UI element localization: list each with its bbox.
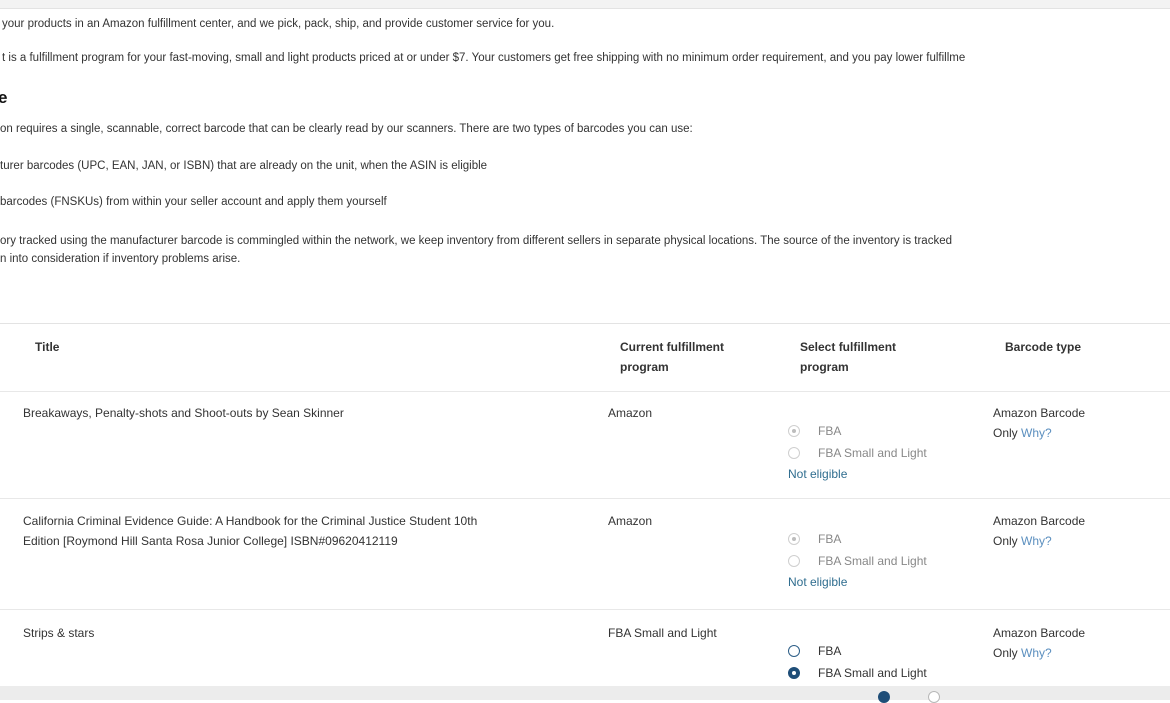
next-row-strip [0, 686, 1170, 703]
column-header-current-program: Current fulfillment program [620, 337, 724, 377]
option-fba[interactable]: FBA [788, 420, 968, 442]
why-link[interactable]: Why? [1021, 646, 1052, 660]
row-title-line1: California Criminal Evidence Guide: A Ha… [23, 514, 478, 528]
section-heading: e [0, 88, 8, 107]
commingling-note-line2: n into consideration if inventory proble… [0, 253, 241, 265]
option-fba[interactable]: FBA [788, 528, 968, 550]
why-link[interactable]: Why? [1021, 534, 1052, 548]
column-header-select-program: Select fulfillment program [800, 337, 896, 377]
option-small-and-light[interactable]: FBA Small and Light [788, 442, 968, 464]
table-row: Breakaways, Penalty-shots and Shoot-outs… [0, 390, 1170, 499]
small-and-light-description: t is a fulfillment program for your fast… [2, 52, 966, 64]
barcode-only-text: Only [993, 534, 1018, 548]
barcode-type-label: Amazon Barcode [993, 514, 1086, 528]
barcode-type-only: Only Why? [993, 423, 1085, 443]
barcode-type: Amazon Barcode Only Why? [993, 403, 1085, 443]
top-toolbar-strip [0, 0, 1170, 9]
option-fba-label: FBA [818, 424, 842, 438]
header-select-line1: Select fulfillment [800, 340, 897, 354]
radio-fba[interactable] [788, 645, 800, 657]
eligibility-status: Not eligible [788, 467, 848, 481]
header-current-line1: Current fulfillment [620, 340, 724, 354]
table-row: California Criminal Evidence Guide: A Ha… [0, 498, 1170, 610]
row-title: Breakaways, Penalty-shots and Shoot-outs… [23, 406, 344, 420]
barcode-type: Amazon Barcode Only Why? [993, 623, 1085, 663]
column-header-barcode-type: Barcode type [1005, 340, 1082, 354]
row-title: California Criminal Evidence Guide: A Ha… [23, 511, 477, 551]
radio-selected-icon[interactable] [878, 691, 890, 703]
column-header-title: Title [35, 340, 60, 354]
barcode-only-text: Only [993, 426, 1018, 440]
header-current-line2: program [620, 360, 669, 374]
option-small-and-light-label: FBA Small and Light [818, 666, 927, 680]
barcode-type-only: Only Why? [993, 643, 1085, 663]
barcode-option-manufacturer: turer barcodes (UPC, EAN, JAN, or ISBN) … [0, 160, 488, 172]
option-small-and-light[interactable]: FBA Small and Light [788, 550, 968, 572]
barcode-intro: on requires a single, scannable, correct… [0, 123, 693, 135]
option-small-and-light-label: FBA Small and Light [818, 446, 927, 460]
barcode-type-label: Amazon Barcode [993, 626, 1086, 640]
option-small-and-light[interactable]: FBA Small and Light [788, 662, 968, 684]
radio-small-and-light[interactable] [788, 555, 800, 567]
fulfillment-selector: FBA FBA Small and Light Not eligible [788, 528, 968, 592]
table-row: Strips & stars FBA Small and Light FBA F… [0, 609, 1170, 686]
option-fba-label: FBA [818, 532, 842, 546]
barcode-option-amazon: barcodes (FNSKUs) from within your selle… [0, 196, 387, 208]
option-fba[interactable]: FBA [788, 640, 968, 662]
option-small-and-light-label: FBA Small and Light [818, 554, 927, 568]
why-link[interactable]: Why? [1021, 426, 1052, 440]
fba-description: your products in an Amazon fulfillment c… [2, 18, 555, 30]
row-title-line2: Edition [Roymond Hill Santa Rosa Junior … [23, 534, 398, 548]
eligibility-status: Not eligible [788, 575, 848, 589]
radio-small-and-light-selected[interactable] [788, 667, 800, 679]
radio-fba[interactable] [788, 533, 800, 545]
header-select-line2: program [800, 360, 849, 374]
barcode-only-text: Only [993, 646, 1018, 660]
row-title: Strips & stars [23, 626, 95, 640]
radio-unselected-icon[interactable] [928, 691, 940, 703]
row-current-program: Amazon [608, 406, 653, 420]
fulfillment-selector: FBA FBA Small and Light Not eligible [788, 420, 968, 484]
barcode-type: Amazon Barcode Only Why? [993, 511, 1085, 551]
barcode-type-label: Amazon Barcode [993, 406, 1086, 420]
fulfillment-selector: FBA FBA Small and Light [788, 640, 968, 684]
commingling-note-line1: ory tracked using the manufacturer barco… [0, 235, 952, 247]
option-fba-label: FBA [818, 644, 842, 658]
table-header: Title Current fulfillment program Select… [0, 323, 1170, 392]
radio-fba[interactable] [788, 425, 800, 437]
radio-small-and-light[interactable] [788, 447, 800, 459]
row-current-program: Amazon [608, 514, 653, 528]
barcode-type-only: Only Why? [993, 531, 1085, 551]
row-current-program: FBA Small and Light [608, 626, 717, 640]
